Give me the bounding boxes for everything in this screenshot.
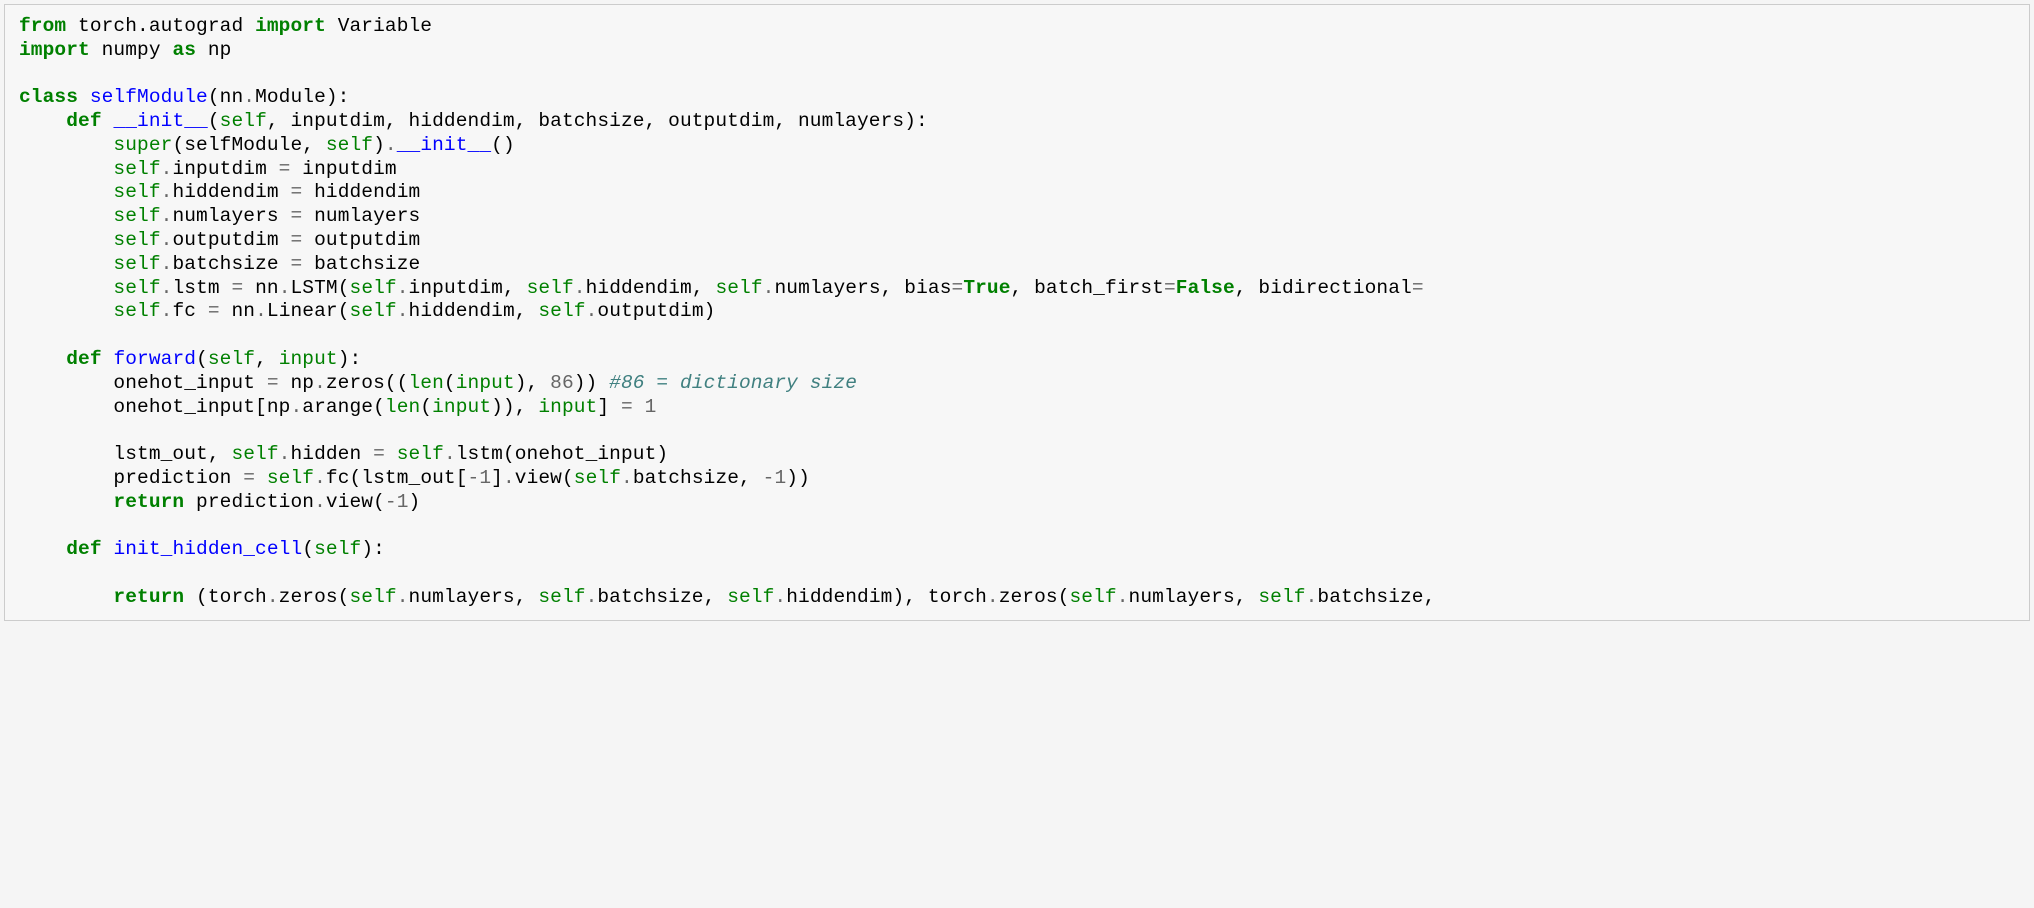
code-block: from torch.autograd import Variable impo… [4,4,2030,621]
python-code: from torch.autograd import Variable impo… [19,15,2015,610]
